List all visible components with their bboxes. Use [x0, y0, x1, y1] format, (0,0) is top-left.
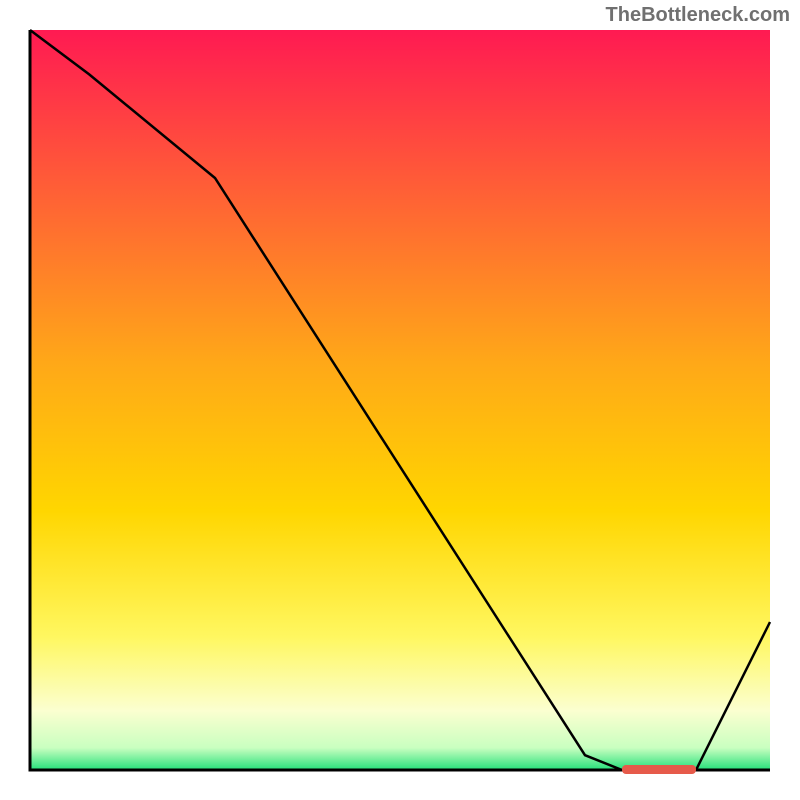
bottleneck-chart: [0, 0, 800, 800]
highlight-band: [622, 765, 696, 774]
chart-container: TheBottleneck.com: [0, 0, 800, 800]
plot-background: [30, 30, 770, 770]
attribution-text: TheBottleneck.com: [606, 4, 790, 27]
